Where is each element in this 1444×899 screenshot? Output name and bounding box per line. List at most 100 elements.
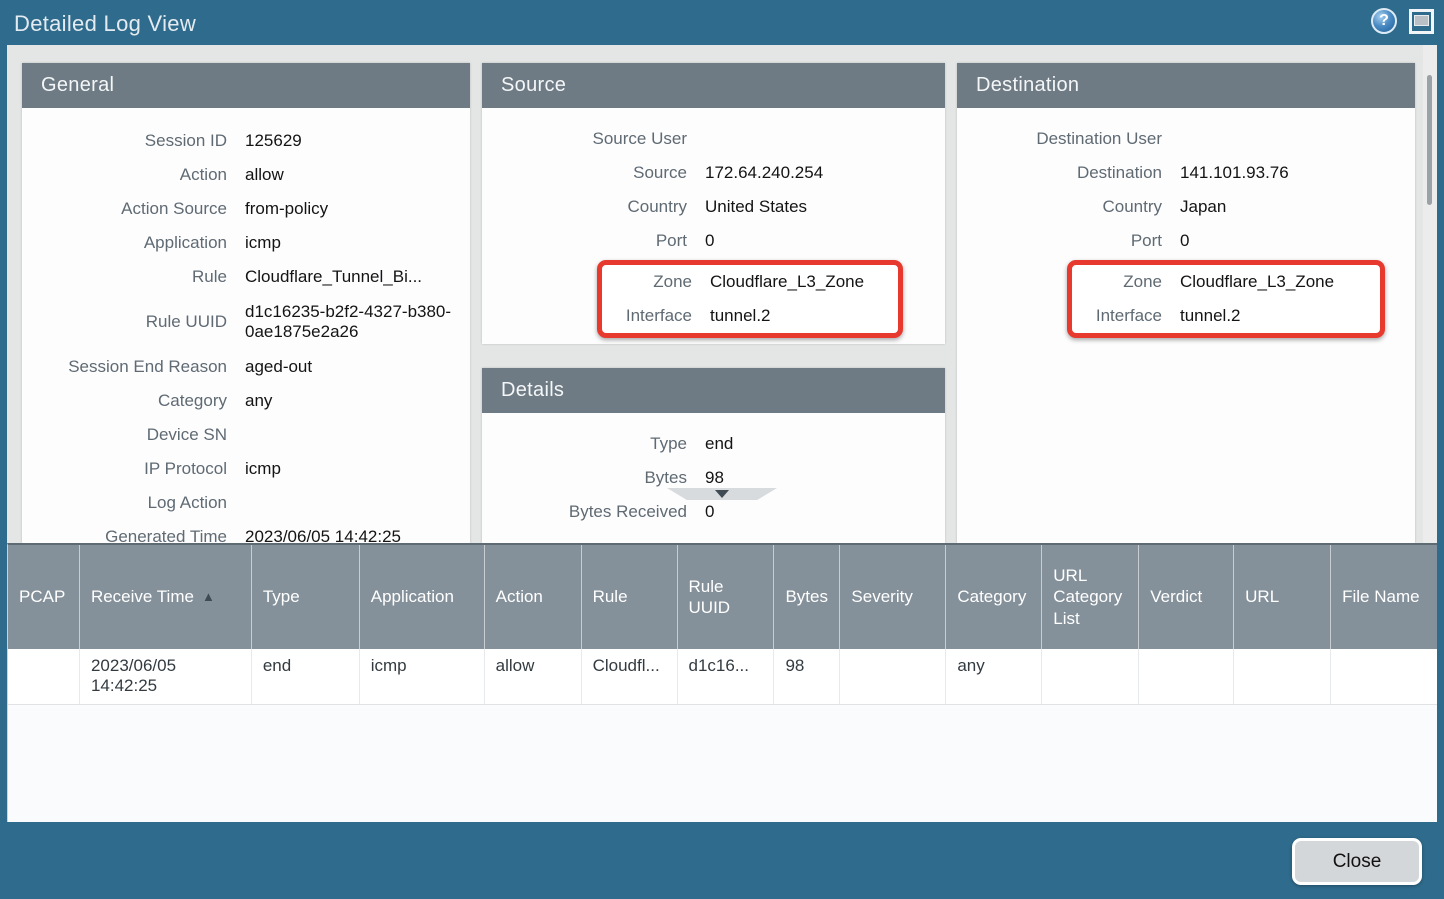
column-header-label: Rule UUID <box>689 576 763 619</box>
column-header-label: URL Category List <box>1053 565 1127 629</box>
field-row-log-action: Log Action <box>22 486 470 520</box>
field-label: Source User <box>482 129 687 149</box>
general-panel: General Session ID125629ActionallowActio… <box>22 63 470 543</box>
cell-file-name <box>1331 649 1437 704</box>
field-row-country: CountryUnited States <box>482 190 945 224</box>
field-label: Port <box>482 231 687 251</box>
field-row-source: Source172.64.240.254 <box>482 156 945 190</box>
field-label: Bytes Received <box>482 502 687 522</box>
field-row-session-id: Session ID125629 <box>22 124 470 158</box>
cell-action: allow <box>485 649 582 704</box>
close-button[interactable]: Close <box>1292 838 1422 885</box>
sort-ascending-icon: ▲ <box>202 589 215 605</box>
field-value: icmp <box>227 233 456 253</box>
window-icon[interactable] <box>1409 9 1434 34</box>
column-header-rule[interactable]: Rule <box>582 545 678 649</box>
field-label: Rule <box>22 267 227 287</box>
field-row-zone: ZoneCloudflare_L3_Zone <box>1076 265 1376 299</box>
field-label: Bytes <box>482 468 687 488</box>
column-header-label: Verdict <box>1150 586 1202 607</box>
field-row-zone: ZoneCloudflare_L3_Zone <box>606 265 894 299</box>
destination-panel-body: Destination UserDestination141.101.93.76… <box>957 108 1415 338</box>
field-label: Interface <box>1076 306 1162 326</box>
cell-category: any <box>946 649 1042 704</box>
field-label: Session ID <box>22 131 227 151</box>
field-row-generated-time: Generated Time2023/06/05 14:42:25 <box>22 520 470 543</box>
field-label: Type <box>482 434 687 454</box>
cell-url <box>1234 649 1331 704</box>
general-panel-header: General <box>22 63 470 108</box>
details-panel: Details TypeendBytes98Bytes Received0 <box>482 368 945 543</box>
field-label: Source <box>482 163 687 183</box>
field-row-action-source: Action Sourcefrom-policy <box>22 192 470 226</box>
destination-panel: Destination Destination UserDestination1… <box>957 63 1415 543</box>
column-header-type[interactable]: Type <box>252 545 360 649</box>
field-label: Generated Time <box>22 527 227 543</box>
field-value: tunnel.2 <box>1162 306 1362 326</box>
cell-type: end <box>252 649 360 704</box>
table-row[interactable]: 2023/06/05 14:42:25endicmpallowCloudfl..… <box>8 649 1437 705</box>
field-value: Japan <box>1162 197 1401 217</box>
column-header-rule-uuid[interactable]: Rule UUID <box>678 545 775 649</box>
field-label: Action Source <box>22 199 227 219</box>
field-label: Log Action <box>22 493 227 513</box>
field-value: from-policy <box>227 199 456 219</box>
field-label: Destination <box>957 163 1162 183</box>
window-icon-inner <box>1414 15 1429 26</box>
column-header-url[interactable]: URL <box>1234 545 1331 649</box>
column-header-verdict[interactable]: Verdict <box>1139 545 1234 649</box>
column-header-label: Application <box>371 586 454 607</box>
field-value: aged-out <box>227 357 456 377</box>
field-value: Cloudflare_Tunnel_Bi... <box>227 267 456 287</box>
field-value: Cloudflare_L3_Zone <box>692 272 880 292</box>
field-label: Application <box>22 233 227 253</box>
field-label: Action <box>22 165 227 185</box>
source-panel-body: Source User Source172.64.240.254CountryUn… <box>482 108 945 338</box>
page-title: Detailed Log View <box>14 11 196 37</box>
log-table-body: 2023/06/05 14:42:25endicmpallowCloudfl..… <box>8 649 1437 705</box>
column-header-bytes[interactable]: Bytes <box>774 545 840 649</box>
field-row-category: Categoryany <box>22 384 470 418</box>
details-panel-header: Details <box>482 368 945 413</box>
field-row-interface: Interfacetunnel.2 <box>606 299 894 333</box>
column-header-file-name[interactable]: File Name <box>1331 545 1437 649</box>
field-label: IP Protocol <box>22 459 227 479</box>
cell-url-category-list <box>1042 649 1139 704</box>
field-label: Category <box>22 391 227 411</box>
column-header-category[interactable]: Category <box>946 545 1042 649</box>
column-header-label: PCAP <box>19 586 65 607</box>
field-value: icmp <box>227 459 456 479</box>
detail-panels-area: General Session ID125629ActionallowActio… <box>7 45 1437 543</box>
cell-rule: Cloudfl... <box>582 649 678 704</box>
column-header-label: URL <box>1245 586 1279 607</box>
field-value: United States <box>687 197 931 217</box>
column-header-label: Category <box>957 586 1026 607</box>
column-header-pcap[interactable]: PCAP <box>8 545 80 649</box>
detailed-log-view-dialog: Detailed Log View ? General Session ID12… <box>0 0 1444 899</box>
field-row-port: Port0 <box>482 224 945 258</box>
column-header-receive-time[interactable]: Receive Time▲ <box>80 545 252 649</box>
highlight-box: ZoneCloudflare_L3_Zone Interfacetunnel.2 <box>1067 260 1385 338</box>
field-value: 0 <box>687 502 931 522</box>
cell-rule-uuid: d1c16... <box>678 649 775 704</box>
cell-severity <box>840 649 946 704</box>
field-value: 141.101.93.76 <box>1162 163 1401 183</box>
help-icon[interactable]: ? <box>1371 8 1397 34</box>
column-header-action[interactable]: Action <box>485 545 582 649</box>
scrollbar-thumb[interactable] <box>1427 75 1432 205</box>
source-panel-header: Source <box>482 63 945 108</box>
column-header-severity[interactable]: Severity <box>840 545 946 649</box>
field-row-type: Typeend <box>482 427 945 461</box>
column-header-application[interactable]: Application <box>360 545 485 649</box>
details-panel-body: TypeendBytes98Bytes Received0 <box>482 413 945 529</box>
log-table-header: PCAP Receive Time▲Type Application Action Ru… <box>8 545 1437 649</box>
field-row-rule-uuid: Rule UUIDd1c16235-b2f2-4327-b380-0ae1875… <box>22 294 470 350</box>
field-row-destination: Destination141.101.93.76 <box>957 156 1415 190</box>
field-value: end <box>687 434 931 454</box>
column-header-url-category-list[interactable]: URL Category List <box>1042 545 1139 649</box>
column-header-label: Action <box>496 586 543 607</box>
title-bar-icons: ? <box>1371 8 1434 34</box>
field-row-action: Actionallow <box>22 158 470 192</box>
column-header-label: Severity <box>851 586 912 607</box>
destination-panel-header: Destination <box>957 63 1415 108</box>
